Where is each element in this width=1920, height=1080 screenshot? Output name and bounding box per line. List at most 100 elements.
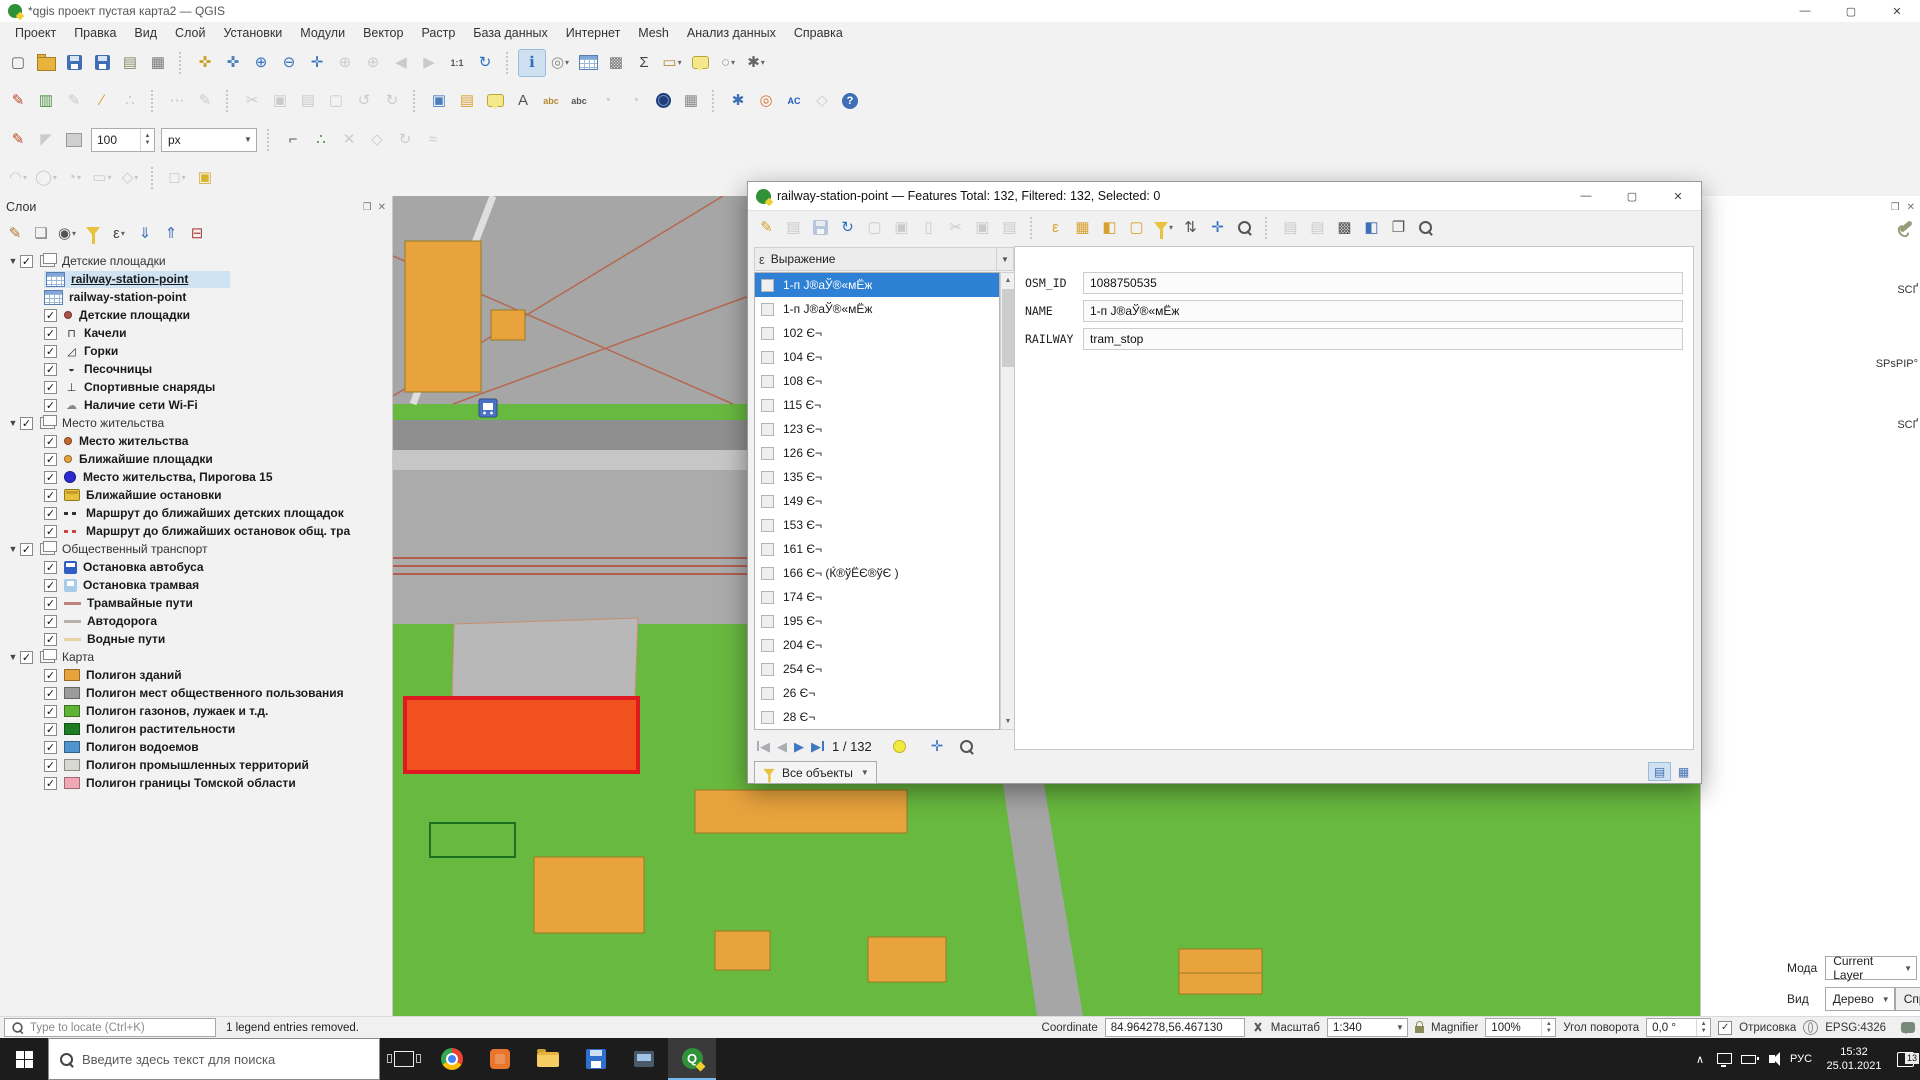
layer-visibility-checkbox[interactable]: ✓ [44,579,57,592]
layer-row[interactable]: ✓Водные пути [0,630,392,648]
feature-checkbox[interactable] [761,663,774,676]
layer-row[interactable]: ✓Маршрут до ближайших детских площадок [0,504,392,522]
circle-tool[interactable]: ◯▾ [33,165,59,191]
run-feature-action-button[interactable]: ◎▾ [547,50,573,76]
mode-combobox[interactable]: Current Layer ▼ [1825,956,1917,980]
form-view-toggle[interactable]: ▤ [1648,762,1671,781]
layer-group-row[interactable]: ▼✓Детские площадки [0,252,392,270]
collapse-all-button[interactable]: ⇑ [159,221,183,245]
feature-checkbox[interactable] [761,447,774,460]
volume-icon[interactable] [1760,1055,1784,1063]
layer-visibility-checkbox[interactable]: ✓ [44,435,57,448]
menu-2[interactable]: Правка [65,26,125,40]
layer-visibility-checkbox[interactable]: ✓ [20,543,33,556]
feature-checkbox[interactable] [761,279,774,292]
feature-checkbox[interactable] [761,399,774,412]
spin-steppers[interactable]: ▲▼ [1541,1019,1555,1036]
zoom-full-extent-button[interactable]: ✛ [304,50,330,76]
menu-8[interactable]: Растр [412,26,464,40]
menu-4[interactable]: Слой [166,26,214,40]
dock-attribute-table-button[interactable]: ❐ [1386,215,1411,240]
layer-visibility-checkbox[interactable]: ✓ [44,759,57,772]
rotation-spinbox[interactable]: 0,0 ° ▲▼ [1646,1018,1711,1037]
save-app-taskbar-button[interactable] [572,1038,620,1080]
invert-selection-button[interactable]: ◧ [1097,215,1122,240]
selected-layer[interactable]: railway-station-point [44,271,230,288]
panel-float-icon[interactable]: ❐ [1891,202,1900,213]
messages-icon[interactable] [1901,1022,1915,1033]
undo-button[interactable]: ↺ [351,88,377,114]
layer-visibility-checkbox[interactable]: ✓ [44,597,57,610]
scroll-down-icon[interactable]: ▼ [1001,714,1015,729]
open-project-button[interactable] [33,50,59,76]
feature-checkbox[interactable] [761,351,774,364]
feature-checkbox[interactable] [761,711,774,724]
feature-list-item[interactable]: 254 Є¬ [755,657,999,681]
diagrams-button[interactable]: ◔ [594,88,620,114]
feature-checkbox[interactable] [761,495,774,508]
feature-list-item[interactable]: 28 Є¬ [755,705,999,729]
layer-visibility-checkbox[interactable]: ✓ [44,633,57,646]
open-layer-styling-button[interactable]: ✎ [3,221,27,245]
layer-row[interactable]: railway-station-point [0,270,392,288]
open-attribute-table-button[interactable] [575,50,601,76]
close-button[interactable]: ✕ [1874,0,1920,22]
identify-features-tool[interactable]: ℹ [519,50,545,76]
topology-nodes-button[interactable]: ∴ [308,127,334,153]
render-checkbox[interactable]: ✓ [1718,1021,1732,1035]
pan-to-selection-tool[interactable]: ✜ [220,50,246,76]
layer-row[interactable]: ✓Полигон промышленных территорий [0,756,392,774]
menu-13[interactable]: Справка [785,26,852,40]
layer-row[interactable]: ✓Остановка трамвая [0,576,392,594]
copy-button[interactable]: ▣ [970,215,995,240]
app-taskbar-button[interactable] [476,1038,524,1080]
more-digitizing-button[interactable]: ⋯ [164,88,190,114]
select-by-expression-button[interactable]: ε [1043,215,1068,240]
vertex-tool-button[interactable]: ∴ [117,88,143,114]
layer-row[interactable]: ✓⊥Спортивные снаряды [0,378,392,396]
delete-field-button[interactable]: ▤ [1305,215,1330,240]
last-feature-button[interactable]: ▶ [811,740,825,753]
panel-close-icon[interactable]: ✕ [378,202,386,213]
feature-list-item[interactable]: 153 Є¬ [755,513,999,537]
chrome-taskbar-button[interactable] [428,1038,476,1080]
chevron-down-icon[interactable]: ▼ [996,248,1013,270]
spin-steppers[interactable]: ▲▼ [1696,1019,1710,1036]
feature-list-item[interactable]: 115 Є¬ [755,393,999,417]
new-field-button[interactable]: ▤ [1278,215,1303,240]
network-icon[interactable] [1712,1055,1736,1064]
select-features-rect-tool[interactable]: ◻▾ [164,165,190,191]
feature-checkbox[interactable] [761,423,774,436]
select-all-button[interactable]: ▦ [1070,215,1095,240]
notifications-button[interactable]: 13 [1890,1052,1920,1067]
feature-checkbox[interactable] [761,687,774,700]
zoom-to-layer-button[interactable]: ⊕ [360,50,386,76]
feature-checkbox[interactable] [761,567,774,580]
style-paint-button[interactable]: ✎ [5,127,31,153]
layer-row[interactable]: ✓☁Наличие сети Wi-Fi [0,396,392,414]
pan-to-selection-button[interactable]: ✛ [1205,215,1230,240]
color-swatch-button[interactable] [61,127,87,153]
next-feature-button[interactable]: ▶ [794,740,804,753]
ac-plugin-button[interactable]: AC [781,88,807,114]
snapping-corner-button[interactable]: ⌐ [280,127,306,153]
copy-style-button[interactable]: ▤ [454,88,480,114]
layer-row[interactable]: ✓Полигон зданий [0,666,392,684]
rollback-edits-button[interactable]: ∕ [89,88,115,114]
save-edits-button[interactable] [808,215,833,240]
package-tool-button[interactable]: ▦ [678,88,704,114]
layer-row[interactable]: ✓Трамвайные пути [0,594,392,612]
layer-visibility-checkbox[interactable]: ✓ [44,723,57,736]
layer-row[interactable]: ✓Полигон растительности [0,720,392,738]
first-feature-button[interactable]: ◀ [756,740,770,753]
feature-list-item[interactable]: 26 Є¬ [755,681,999,705]
layer-row[interactable]: ✓Ближайшие площадки [0,450,392,468]
taskbar-search-input[interactable]: Введите здесь текст для поиска [48,1038,380,1080]
osm-tools-button[interactable]: ◇ [809,88,835,114]
georeferencer-button[interactable]: ◎ [753,88,779,114]
layer-visibility-checkbox[interactable]: ✓ [44,471,57,484]
text-annotation-button[interactable]: A [510,88,536,114]
menu-3[interactable]: Вид [125,26,166,40]
regular-polygon-tool[interactable]: ◇▾ [117,165,143,191]
zoom-to-feature-icon[interactable] [960,740,973,753]
